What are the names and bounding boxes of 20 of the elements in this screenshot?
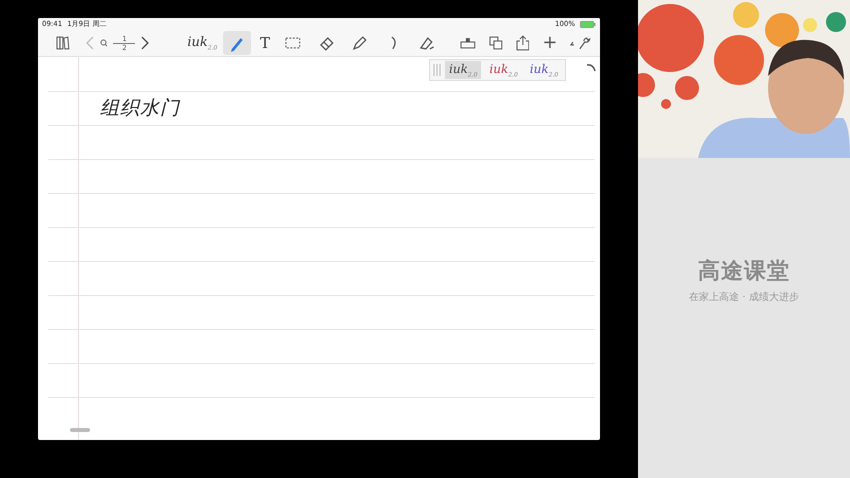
brand-name: 高途课堂 [698, 258, 790, 286]
forward-icon[interactable] [141, 36, 150, 50]
text-tool[interactable]: T [256, 31, 273, 55]
brand-slogan: 在家上高途 · 成绩大进步 [689, 290, 799, 304]
page-curl-icon[interactable] [586, 63, 596, 73]
pen-preset[interactable]: iuk$_{2.0}$ [485, 61, 522, 80]
grip-icon[interactable] [433, 63, 441, 78]
pen-preset[interactable]: iuk$_{2.0}$ [445, 61, 482, 80]
scroll-handle[interactable] [70, 428, 90, 432]
copy-icon[interactable] [488, 36, 503, 50]
brush-style-button[interactable]: iuk$_{2.0}$ [187, 34, 218, 52]
search-icon[interactable] [100, 39, 108, 47]
pen-icon[interactable] [223, 31, 251, 55]
pen-preset[interactable]: iuk$_{2.0}$ [526, 61, 562, 80]
library-icon[interactable] [56, 36, 70, 50]
battery-icon [580, 20, 596, 28]
handwritten-text: 组织水门 [100, 96, 180, 121]
share-icon[interactable] [516, 35, 530, 51]
tray-icon[interactable] [460, 36, 476, 50]
add-button[interactable]: + [542, 35, 558, 51]
